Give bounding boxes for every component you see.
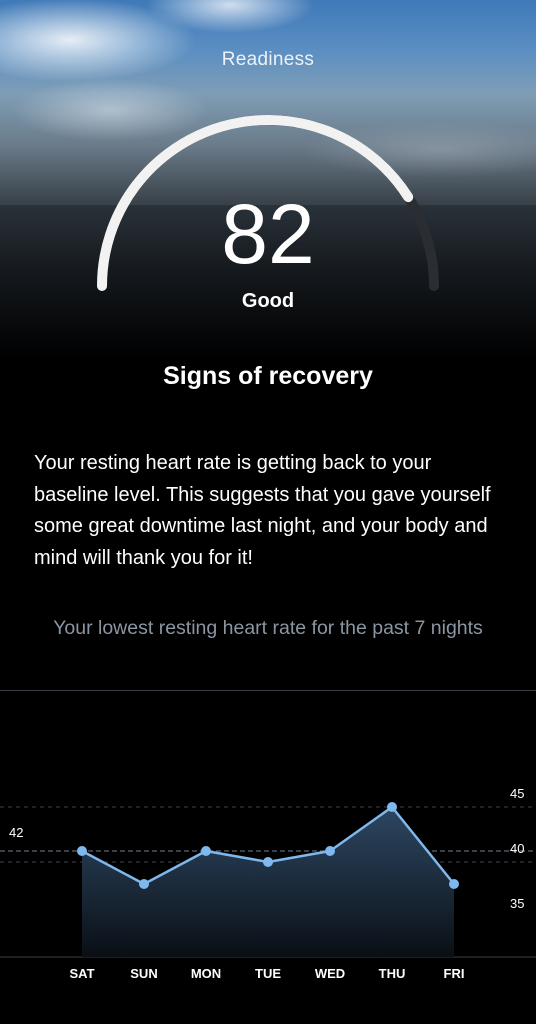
- insight-headline: Signs of recovery: [163, 362, 373, 390]
- data-point-sun: [139, 879, 149, 889]
- data-point-tue: [263, 857, 273, 867]
- x-tick-label-wed: WED: [315, 966, 345, 981]
- x-tick-label-thu: THU: [379, 966, 406, 981]
- readiness-screen: Readiness 82 Good Signs of recovery Your…: [0, 0, 536, 1024]
- data-point-mon: [201, 846, 211, 856]
- reference-line-label: 42: [9, 825, 23, 840]
- resting-heart-rate-chart: 35 40 45 42 SAT SUN MON TUE WED THU FRI: [0, 786, 536, 981]
- x-tick-label-fri: FRI: [444, 966, 465, 981]
- data-point-wed: [325, 846, 335, 856]
- chart-caption: Your lowest resting heart rate for the p…: [53, 617, 483, 639]
- y-tick-label-40: 40: [510, 841, 524, 856]
- x-tick-label-sat: SAT: [69, 966, 94, 981]
- insight-body: Your resting heart rate is getting back …: [34, 452, 491, 569]
- data-point-thu: [387, 802, 397, 812]
- readiness-score-label: Good: [241, 290, 295, 312]
- x-tick-label-tue: TUE: [255, 966, 281, 981]
- y-tick-label-35: 35: [510, 896, 524, 911]
- x-tick-label-mon: MON: [191, 966, 221, 981]
- readiness-score: 82: [221, 187, 315, 281]
- y-tick-label-45: 45: [510, 786, 524, 801]
- data-point-fri: [449, 879, 459, 889]
- data-point-sat: [77, 846, 87, 856]
- x-tick-label-sun: SUN: [130, 966, 157, 981]
